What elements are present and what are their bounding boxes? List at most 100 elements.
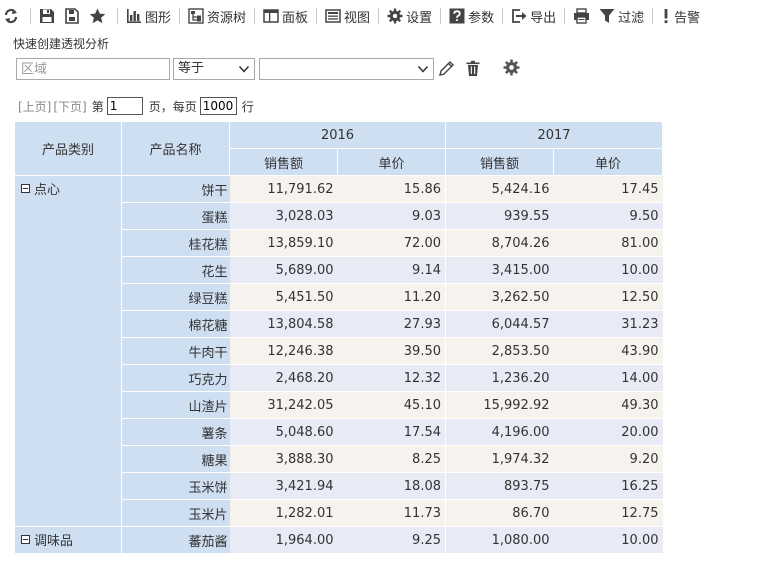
toolbar-separator bbox=[440, 8, 442, 24]
sales-cell: 11,791.62 bbox=[229, 175, 338, 203]
page-number-input[interactable] bbox=[106, 97, 143, 115]
price-cell: 39.50 bbox=[337, 337, 446, 365]
header-year: 2017 bbox=[445, 121, 663, 149]
price-cell: 8.25 bbox=[337, 445, 446, 473]
sales-cell: 1,080.00 bbox=[445, 526, 554, 554]
product-name-cell: 蛋糕 bbox=[121, 202, 230, 230]
panel-icon bbox=[263, 9, 279, 23]
export-button[interactable]: 导出 bbox=[508, 4, 559, 28]
collapse-icon[interactable] bbox=[21, 184, 30, 193]
product-name-cell: 巧克力 bbox=[121, 364, 230, 392]
product-name-cell: 山渣片 bbox=[121, 391, 230, 419]
sales-cell: 12,246.38 bbox=[229, 337, 338, 365]
filter-button[interactable]: 过滤 bbox=[596, 4, 647, 28]
product-name-cell: 桂花糕 bbox=[121, 229, 230, 257]
export-label: 导出 bbox=[530, 10, 557, 26]
prev-page-link[interactable]: [上页] bbox=[18, 98, 51, 115]
sales-cell: 1,974.32 bbox=[445, 445, 554, 473]
category-name: 点心 bbox=[34, 183, 61, 198]
view-button[interactable]: 视图 bbox=[322, 4, 373, 28]
print-button[interactable] bbox=[570, 4, 596, 28]
price-cell: 45.10 bbox=[337, 391, 446, 419]
product-name-cell: 绿豆糕 bbox=[121, 283, 230, 311]
price-cell: 18.08 bbox=[337, 472, 446, 500]
category-cell: 调味品 bbox=[14, 526, 122, 554]
favorite-button[interactable] bbox=[86, 4, 112, 28]
price-cell: 15.86 bbox=[337, 175, 446, 203]
sales-cell: 13,804.58 bbox=[229, 310, 338, 338]
sales-cell: 6,044.57 bbox=[445, 310, 554, 338]
sales-cell: 15,992.92 bbox=[445, 391, 554, 419]
refresh-icon bbox=[4, 8, 18, 24]
sales-cell: 3,415.00 bbox=[445, 256, 554, 284]
chevron-down-icon bbox=[238, 65, 250, 73]
product-name-cell: 糖果 bbox=[121, 445, 230, 473]
category-header: 调味品 bbox=[21, 530, 121, 549]
toolbar-separator bbox=[502, 8, 504, 24]
price-cell: 17.54 bbox=[337, 418, 446, 446]
trash-icon[interactable] bbox=[465, 60, 481, 77]
page-prefix: 第 bbox=[91, 99, 104, 114]
page-suffix: 页，每页 bbox=[148, 99, 197, 114]
category-header: 点心 bbox=[21, 179, 121, 198]
save-button[interactable] bbox=[36, 4, 61, 28]
filter-field-input[interactable] bbox=[16, 58, 170, 80]
filter-icon bbox=[599, 9, 615, 23]
resource-tree-button[interactable]: 资源树 bbox=[185, 4, 249, 28]
alert-label: 告警 bbox=[674, 10, 701, 26]
view-label: 视图 bbox=[344, 10, 371, 26]
collapse-icon[interactable] bbox=[21, 535, 30, 544]
product-name-cell: 玉米片 bbox=[121, 499, 230, 527]
refresh-button[interactable] bbox=[0, 4, 25, 28]
next-page-link[interactable]: [下页] bbox=[53, 98, 86, 115]
price-cell: 81.00 bbox=[553, 229, 663, 257]
filter-operator-select[interactable]: 等于 bbox=[173, 58, 255, 80]
table-row: 调味品 蕃茄酱 1,964.00 9.25 1,080.00 10.00 bbox=[14, 526, 663, 554]
product-name-cell: 薯条 bbox=[121, 418, 230, 446]
sales-cell: 3,262.50 bbox=[445, 283, 554, 311]
sales-cell: 13,859.10 bbox=[229, 229, 338, 257]
price-cell: 10.00 bbox=[553, 256, 663, 284]
settings-button[interactable]: 设置 bbox=[384, 4, 435, 28]
pencil-icon[interactable] bbox=[438, 60, 455, 77]
header-product-name: 产品名称 bbox=[121, 121, 230, 176]
save-icon bbox=[40, 9, 54, 23]
price-cell: 11.73 bbox=[337, 499, 446, 527]
toolbar-separator bbox=[378, 8, 380, 24]
rows-suffix: 行 bbox=[241, 99, 254, 114]
price-cell: 20.00 bbox=[553, 418, 663, 446]
filter-label: 过滤 bbox=[618, 10, 645, 26]
sales-cell: 86.70 bbox=[445, 499, 554, 527]
price-cell: 9.14 bbox=[337, 256, 446, 284]
header-category: 产品类别 bbox=[14, 121, 122, 176]
toolbar-separator bbox=[179, 8, 181, 24]
price-cell: 14.00 bbox=[553, 364, 663, 392]
rows-per-page-input[interactable] bbox=[199, 97, 237, 115]
resource-tree-label: 资源树 bbox=[207, 10, 247, 26]
gear-icon[interactable] bbox=[503, 59, 520, 76]
toolbar-separator bbox=[117, 8, 118, 24]
settings-label: 设置 bbox=[406, 10, 433, 26]
header-measure: 单价 bbox=[553, 148, 663, 176]
alert-button[interactable]: 告警 bbox=[658, 4, 703, 28]
sales-cell: 5,048.60 bbox=[229, 418, 338, 446]
panel-button[interactable]: 面板 bbox=[260, 4, 311, 28]
table-row: 点心 饼干 11,791.62 15.86 5,424.16 17.45 bbox=[14, 175, 663, 527]
filter-value-select[interactable] bbox=[259, 58, 434, 80]
pager: [上页] [下页] 第 页，每页 行 bbox=[18, 96, 257, 116]
price-cell: 12.50 bbox=[553, 283, 663, 311]
sales-cell: 1,964.00 bbox=[229, 526, 338, 554]
product-name-cell: 蕃茄酱 bbox=[121, 526, 230, 554]
sales-cell: 3,028.03 bbox=[229, 202, 338, 230]
sales-cell: 893.75 bbox=[445, 472, 554, 500]
parameters-label: 参数 bbox=[468, 10, 495, 26]
chart-button[interactable]: 图形 bbox=[123, 4, 174, 28]
price-cell: 9.20 bbox=[553, 445, 663, 473]
export-icon bbox=[512, 9, 527, 23]
save-as-button[interactable] bbox=[61, 4, 86, 28]
header-measure: 销售额 bbox=[229, 148, 338, 176]
parameters-button[interactable]: 参数 bbox=[446, 4, 497, 28]
page-subtitle: 快速创建透视分析 bbox=[13, 37, 110, 51]
price-cell: 9.25 bbox=[337, 526, 446, 554]
pivot-table-body: 点心 饼干 11,791.62 15.86 5,424.16 17.45 蛋糕 … bbox=[14, 175, 663, 554]
